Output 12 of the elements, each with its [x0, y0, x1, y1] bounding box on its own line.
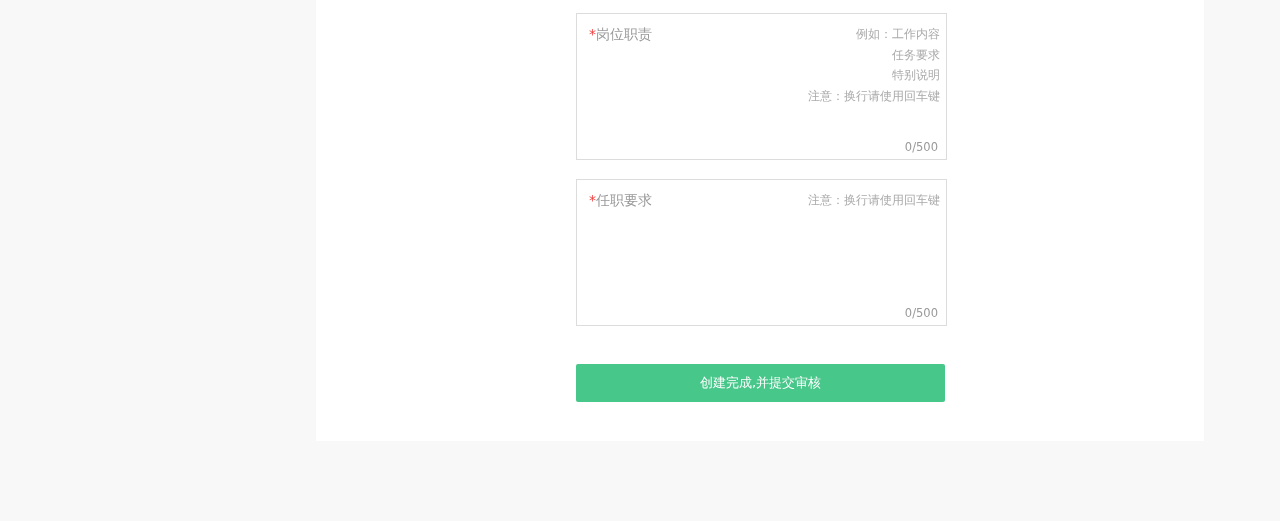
hint-text: 例如：工作内容	[856, 26, 940, 43]
field-label: *岗位职责	[589, 25, 652, 44]
hint-text: 注意：换行请使用回车键	[808, 192, 940, 209]
textarea-field[interactable]: *岗位职责 例如：工作内容 任务要求 特别说明 注意：换行请使用回车键 0/500	[576, 13, 947, 160]
submit-button[interactable]: 创建完成,并提交审核	[576, 364, 945, 402]
character-counter: 0/500	[904, 138, 938, 156]
textarea-field[interactable]: *任职要求 注意：换行请使用回车键 0/500	[576, 179, 947, 326]
field-label: *任职要求	[589, 191, 652, 210]
hint-text: 特别说明	[892, 67, 940, 84]
hint-text: 注意：换行请使用回车键	[808, 87, 940, 105]
character-counter: 0/500	[904, 304, 938, 322]
hint-text: 任务要求	[892, 46, 940, 64]
